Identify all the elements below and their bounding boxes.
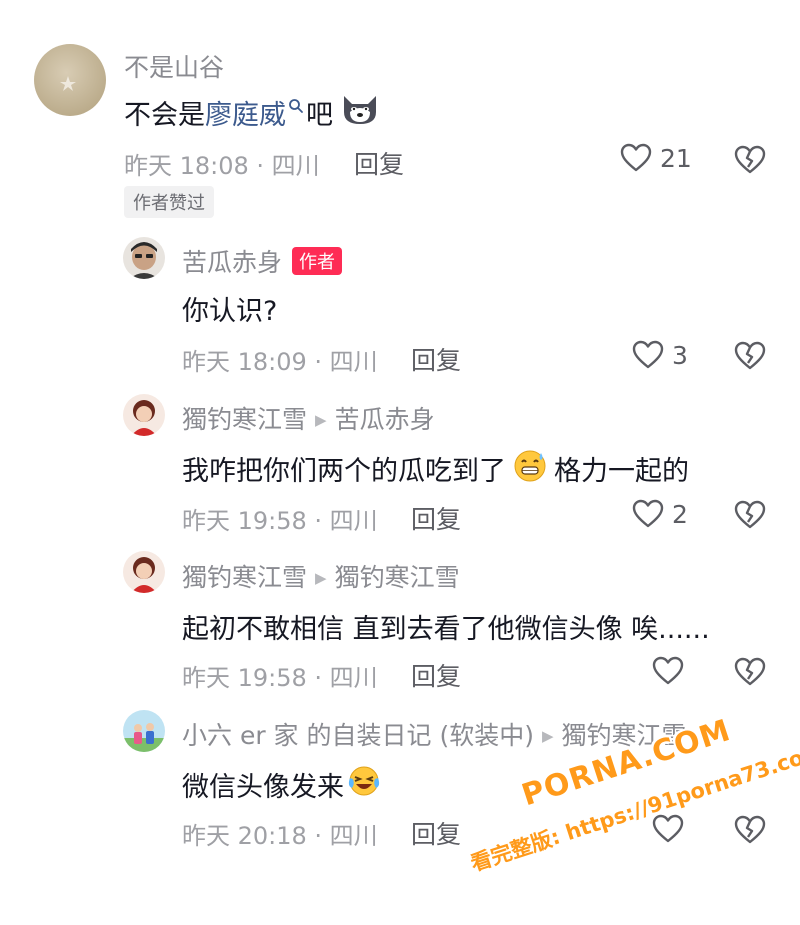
like-button[interactable]: 2 — [632, 499, 688, 529]
dislike-button[interactable] — [734, 500, 766, 530]
comment-text-before: 不会是 — [124, 100, 205, 131]
reply-arrow-icon: ▶ — [541, 727, 554, 745]
heart-icon[interactable] — [632, 340, 664, 370]
username[interactable]: 不是山谷 — [124, 48, 224, 84]
heart-icon[interactable] — [652, 656, 684, 686]
username-text[interactable]: 獨钓寒江雪 — [182, 563, 307, 592]
broken-heart-icon[interactable] — [734, 145, 766, 175]
dislike-button[interactable] — [734, 341, 766, 371]
search-link[interactable]: 廖庭威 — [205, 93, 286, 132]
comment-text: 你认识? — [182, 296, 278, 327]
like-button[interactable]: 21 — [620, 143, 692, 173]
like-count: 21 — [660, 143, 692, 173]
comment-text-before: 我咋把你们两个的瓜吃到了 — [182, 456, 506, 487]
like-count: 2 — [672, 499, 688, 529]
like-button[interactable]: 3 — [632, 340, 688, 370]
comment-text: 不会是 廖庭威 吧 — [124, 92, 387, 133]
search-icon[interactable] — [288, 90, 304, 121]
emoji-grin-sweat — [512, 447, 548, 490]
like-count: 3 — [672, 340, 688, 370]
comment-text: 我咋把你们两个的瓜吃到了 格力一起的 — [182, 447, 689, 490]
dislike-button[interactable] — [734, 145, 766, 175]
author-liked-badge: 作者赞过 — [124, 186, 214, 218]
broken-heart-icon[interactable] — [734, 500, 766, 530]
reply-button[interactable]: 回复 — [411, 500, 461, 536]
comment-text-after: 格力一起的 — [554, 456, 689, 487]
comment-text: 微信头像发来 — [182, 764, 388, 805]
heart-icon[interactable] — [620, 143, 652, 173]
reply-to-username[interactable]: 苦瓜赤身 — [335, 405, 435, 434]
reply-button[interactable]: 回复 — [411, 657, 461, 693]
emoji-crying-laugh — [346, 764, 382, 805]
comment-text-main: 微信头像发来 — [182, 772, 344, 803]
comment-text: 起初不敢相信 直到去看了他微信头像 唉...... — [182, 614, 710, 645]
reply-button[interactable]: 回复 — [411, 815, 461, 851]
avatar[interactable] — [123, 394, 165, 436]
avatar[interactable] — [123, 237, 165, 279]
timestamp-location: 昨天 19:58 · 四川 — [182, 507, 378, 535]
like-button[interactable] — [652, 656, 692, 686]
broken-heart-icon[interactable] — [734, 341, 766, 371]
username[interactable]: 獨钓寒江雪 ▶ 獨钓寒江雪 — [182, 558, 460, 594]
avatar[interactable] — [34, 44, 106, 116]
username-text[interactable]: 苦瓜赤身 — [182, 248, 282, 277]
username-text[interactable]: 獨钓寒江雪 — [182, 405, 307, 434]
username[interactable]: 獨钓寒江雪 ▶ 苦瓜赤身 — [182, 400, 435, 436]
avatar[interactable] — [123, 710, 165, 752]
author-badge: 作者 — [292, 247, 343, 275]
username[interactable]: 苦瓜赤身 作者 — [182, 243, 343, 279]
timestamp-location: 昨天 18:08 · 四川 — [124, 152, 320, 180]
timestamp-location: 昨天 20:18 · 四川 — [182, 822, 378, 850]
reply-button[interactable]: 回复 — [411, 341, 461, 377]
emoji-husky — [339, 92, 381, 133]
reply-arrow-icon: ▶ — [315, 411, 327, 429]
comment-text-after: 吧 — [306, 100, 333, 131]
reply-button[interactable]: 回复 — [354, 145, 404, 181]
username-text[interactable]: 小六 er 家 的自装日记 (软装中) — [182, 721, 534, 750]
timestamp-location: 昨天 18:09 · 四川 — [182, 348, 378, 376]
timestamp-location: 昨天 19:58 · 四川 — [182, 664, 378, 692]
avatar[interactable] — [123, 551, 165, 593]
heart-icon[interactable] — [632, 499, 664, 529]
reply-to-username[interactable]: 獨钓寒江雪 — [335, 563, 460, 592]
reply-arrow-icon: ▶ — [315, 569, 327, 587]
